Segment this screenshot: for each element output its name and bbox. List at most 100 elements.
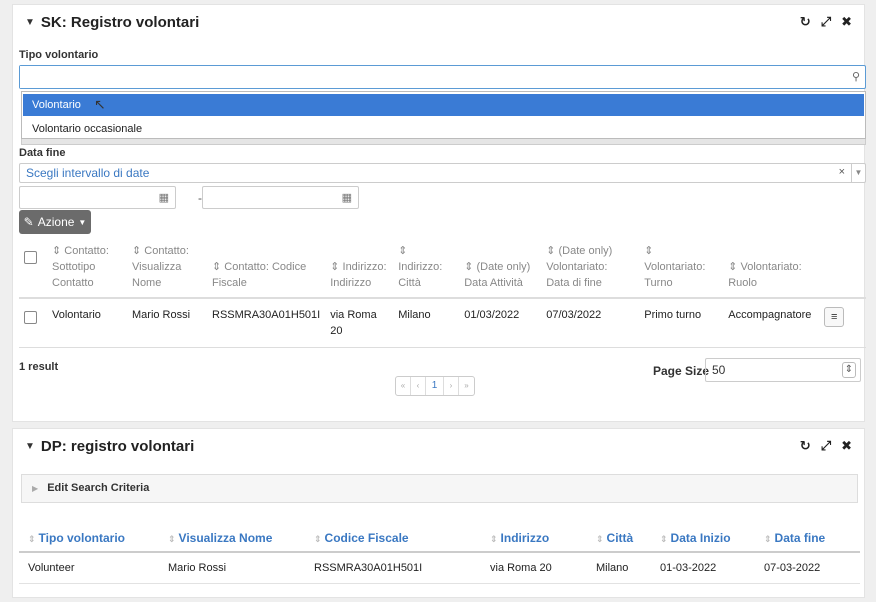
table-row: Volontario Mario Rossi RSSMRA30A01H501I … (19, 298, 866, 348)
col-codice-fiscale[interactable]: ⇕ Codice Fiscale (305, 525, 481, 553)
page-size-label: Page Size (653, 364, 710, 378)
date-from-input[interactable]: ▦ (19, 186, 176, 209)
sort-icon: ⇕ (28, 534, 36, 544)
tipo-volontario-dropdown: Volontario Volontario occasionale ↖ (21, 91, 866, 139)
table-header-row: ⇕ Tipo volontario ⇕ Visualizza Nome ⇕ Codic… (19, 525, 860, 553)
next-page-button[interactable]: › (444, 377, 459, 395)
sort-icon: ⇕ (490, 534, 498, 544)
select-all-cell (19, 237, 47, 299)
clear-icon[interactable]: × (839, 166, 845, 178)
col-data-attivita[interactable]: ⇕ (Date only) Data Attività (459, 237, 542, 299)
dp-results-table: ⇕ Tipo volontario ⇕ Visualizza Nome ⇕ Codic… (19, 525, 860, 584)
cell-data-fine: 07-03-2022 (755, 551, 860, 584)
cell-citta: Milano (587, 551, 651, 584)
cell-tipo-volontario: Volunteer (19, 551, 159, 584)
col-citta[interactable]: ⇕ Città (587, 525, 651, 553)
panel-title[interactable]: ▼ SK: Registro volontari (25, 14, 199, 31)
collapse-caret-icon[interactable]: ▼ (25, 17, 35, 28)
table-header-row: ⇕ Contatto: Sottotipo Contatto ⇕ Contatto:… (19, 237, 866, 299)
col-tipo-volontario[interactable]: ⇕ Tipo volontario (19, 525, 159, 553)
cell-citta: Milano (393, 298, 460, 348)
panel-title-text: SK: Registro volontari (40, 13, 200, 31)
cell-data-attivita: 01/03/2022 (459, 298, 542, 348)
row-menu-icon[interactable]: ≡ (824, 307, 845, 327)
col-sottotipo[interactable]: ⇕ Contatto: Sottotipo Contatto (47, 237, 127, 299)
tipo-volontario-search[interactable]: ⚲ (19, 65, 866, 89)
refresh-icon[interactable]: ↻ (800, 438, 811, 454)
refresh-icon[interactable]: ↻ (800, 14, 811, 30)
col-visualizza-nome[interactable]: ⇕ Visualizza Nome (159, 525, 305, 553)
azione-label: Azione (37, 215, 75, 229)
pagination: « ‹ 1 › » (395, 376, 475, 396)
prev-page-button[interactable]: ‹ (411, 377, 426, 395)
panel-tools: ↻ ⤢ ✖ (800, 14, 852, 30)
cell-nome: Mario Rossi (159, 551, 305, 584)
azione-button[interactable]: ✎ Azione ▼ (19, 210, 91, 234)
pencil-icon: ✎ (23, 215, 34, 229)
data-fine-label: Data fine (19, 147, 66, 159)
cell-turno: Primo turno (639, 298, 724, 348)
tipo-volontario-search-input[interactable] (20, 66, 820, 88)
criteria-label: Edit Search Criteria (47, 482, 150, 494)
date-range-placeholder: Scegli intervallo di date (26, 166, 150, 180)
spinner-icon[interactable]: ⇕ (842, 362, 856, 378)
col-visualizza-nome[interactable]: ⇕ Contatto: Visualizza Nome (127, 237, 207, 299)
calendar-icon[interactable]: ▦ (342, 191, 352, 204)
cell-sottotipo: Volontario (47, 298, 127, 348)
select-all-checkbox[interactable] (24, 251, 37, 264)
sort-icon: ⇕ (314, 534, 322, 544)
col-ruolo[interactable]: ⇕ Volontariato: Ruolo (723, 237, 820, 299)
expand-icon[interactable]: ⤢ (821, 438, 831, 454)
volontari-table: ⇕ Contatto: Sottotipo Contatto ⇕ Contatto:… (19, 237, 866, 348)
mouse-cursor-icon: ↖ (94, 96, 106, 112)
col-data-inizio[interactable]: ⇕ Data Inizio (651, 525, 755, 553)
cell-ruolo: Accompagnatore (723, 298, 820, 348)
col-indirizzo[interactable]: ⇕ Indirizzo: Indirizzo (325, 237, 394, 299)
close-icon[interactable]: ✖ (841, 438, 852, 454)
calendar-icon[interactable]: ▦ (159, 191, 169, 204)
panel-title-text: DP: registro volontari (40, 437, 195, 455)
first-page-button[interactable]: « (396, 377, 411, 395)
caret-down-icon: ▼ (78, 217, 87, 227)
cell-indirizzo: via Roma 20 (481, 551, 587, 584)
date-range-select[interactable]: Scegli intervallo di date × ▼ (19, 163, 866, 183)
close-icon[interactable]: ✖ (841, 14, 852, 30)
collapse-caret-icon[interactable]: ▼ (25, 441, 35, 452)
search-icon: ⚲ (851, 71, 860, 83)
chevron-right-icon: ▶ (32, 484, 39, 493)
expand-icon[interactable]: ⤢ (821, 14, 831, 30)
cell-indirizzo: via Roma 20 (325, 298, 394, 348)
result-count: 1 result (19, 361, 59, 373)
sort-icon: ⇕ (660, 534, 668, 544)
edit-search-criteria-toggle[interactable]: ▶ Edit Search Criteria (21, 474, 858, 503)
row-actions-cell: ≡ (819, 298, 866, 348)
col-data-fine[interactable]: ⇕ Data fine (755, 525, 860, 553)
row-select-cell (19, 298, 47, 348)
cell-codice-fiscale: RSSMRA30A01H501I (207, 298, 326, 348)
sort-icon: ⇕ (596, 534, 604, 544)
date-to-input[interactable]: ▦ (202, 186, 359, 209)
panel-header: ▼ DP: registro volontari ↻ ⤢ ✖ (13, 429, 864, 463)
chevron-down-icon[interactable]: ▼ (851, 164, 865, 182)
col-codice-fiscale[interactable]: ⇕ Contatto: Codice Fiscale (207, 237, 326, 299)
panel-tools: ↻ ⤢ ✖ (800, 438, 852, 454)
page-size-input[interactable]: 50 ⇕ (705, 358, 861, 382)
col-citta[interactable]: ⇕ Indirizzo: Città (393, 237, 460, 299)
dropdown-option-volontario[interactable]: Volontario (23, 94, 864, 116)
tipo-volontario-label: Tipo volontario (19, 49, 99, 61)
last-page-button[interactable]: » (459, 377, 474, 395)
col-data-fine[interactable]: ⇕ (Date only) Volontariato: Data di fine (541, 237, 640, 299)
cell-nome-link[interactable]: Mario Rossi (127, 298, 207, 348)
col-turno[interactable]: ⇕ Volontariato: Turno (639, 237, 724, 299)
page-number-button[interactable]: 1 (426, 377, 444, 395)
col-indirizzo[interactable]: ⇕ Indirizzo (481, 525, 587, 553)
table-row: Volunteer Mario Rossi RSSMRA30A01H501I v… (19, 551, 860, 584)
dropdown-option-volontario-occasionale[interactable]: Volontario occasionale (23, 118, 864, 140)
cell-data-inizio: 01-03-2022 (651, 551, 755, 584)
row-checkbox[interactable] (24, 311, 37, 324)
panel-title[interactable]: ▼ DP: registro volontari (25, 438, 194, 455)
sk-registro-volontari-panel: ▼ SK: Registro volontari ↻ ⤢ ✖ Tipo volo… (12, 4, 866, 422)
panel-header: ▼ SK: Registro volontari ↻ ⤢ ✖ (13, 5, 864, 39)
page-size-value: 50 (712, 363, 726, 377)
col-actions (819, 237, 866, 299)
